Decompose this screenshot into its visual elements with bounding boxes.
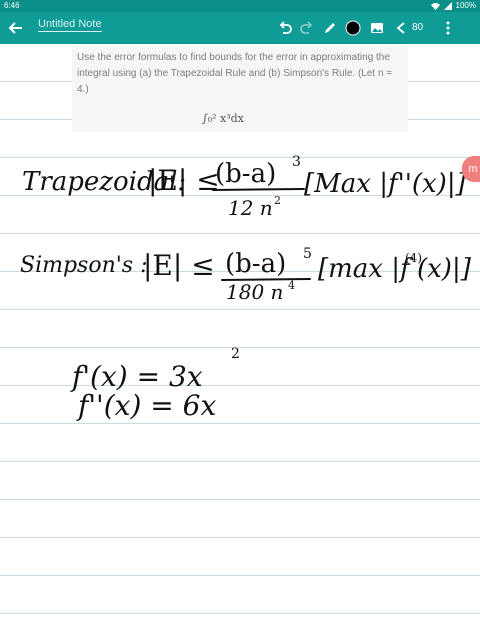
page-counter[interactable]: 80	[412, 20, 423, 36]
battery-percent: 100%	[455, 1, 476, 10]
pen-icon[interactable]	[322, 20, 338, 36]
signal-icon	[443, 2, 452, 10]
more-vert-icon[interactable]	[440, 20, 456, 36]
image-icon[interactable]	[369, 20, 385, 36]
note-canvas[interactable]	[0, 44, 480, 640]
toolbar: Untitled Note 80	[0, 12, 480, 44]
integral-text: ∫₀² x³dx	[202, 112, 245, 125]
back-arrow-icon[interactable]	[8, 20, 24, 36]
color-swatch-icon[interactable]	[345, 20, 361, 36]
status-bar: 6:46 100%	[0, 0, 480, 12]
share-icon[interactable]	[393, 20, 409, 36]
undo-icon[interactable]	[277, 20, 293, 36]
redo-icon[interactable]	[299, 20, 315, 36]
status-indicators: 100%	[430, 0, 476, 12]
note-title[interactable]: Untitled Note	[38, 18, 102, 32]
question-card: Use the error formulas to find bounds fo…	[72, 46, 408, 132]
side-panel-tab[interactable]: m	[462, 156, 480, 182]
integral-expression: ∫₀² x³dx	[202, 112, 245, 125]
question-text: Use the error formulas to find bounds fo…	[77, 52, 393, 95]
status-time: 6:46	[4, 1, 20, 10]
wifi-icon	[430, 3, 440, 10]
